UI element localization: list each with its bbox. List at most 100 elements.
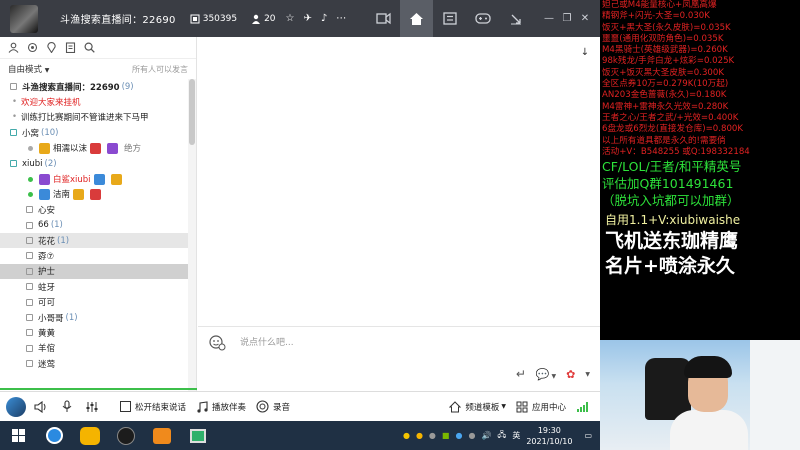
mode-description: 所有人可以发言 [132,64,188,74]
channel-icon [26,283,33,291]
scroll-down-icon[interactable]: ↓ [578,47,592,61]
price-line: 王者之心/王者之武/+光效=0.400K [602,112,739,123]
chevron-down-icon[interactable]: ▼ [585,371,590,378]
channel-item[interactable]: 黄黄 [0,325,188,340]
person-icon[interactable] [7,41,20,54]
price-line: 活动+V：B548255 或Q:198332184 [602,146,750,157]
rank-badge-icon [39,173,50,185]
scroll-thumb[interactable] [189,79,195,145]
channel-name: 斗渔搜索直播间：22690 [22,82,120,93]
gift-line: 名片+喷涂永久 [605,255,735,278]
record-button[interactable]: 录音 [256,400,290,413]
tray-app-icon[interactable]: ● [416,431,423,440]
channel-item[interactable]: 心安 [0,202,188,217]
yy-app-icon[interactable] [72,421,108,450]
tray-app-icon[interactable]: ● [403,431,410,440]
music-icon [197,400,208,413]
channel-name: 洁南 [53,190,71,201]
tray-app-icon[interactable]: ● [468,431,475,440]
nvidia-icon[interactable]: ■ [442,431,450,440]
home-icon[interactable] [400,0,433,37]
list-icon[interactable] [433,0,466,37]
channel-item[interactable]: 66 (1) [0,218,188,233]
channel-name: xiubi [22,158,43,169]
network-icon[interactable]: 🖧 [497,429,506,443]
dots-icon[interactable]: ⋯ [336,13,346,24]
channel-item[interactable]: 花花 (1) [0,232,188,249]
tray-app-icon[interactable]: ● [455,431,462,440]
channel-icon [26,206,33,214]
enter-icon[interactable]: ↵ [516,367,526,381]
gamepad-icon[interactable] [466,0,499,37]
microphone-icon[interactable] [62,400,76,413]
settings-user-icon[interactable] [26,41,39,54]
app-center-button[interactable]: 应用中心 [516,401,566,413]
mixer-icon[interactable] [86,401,102,413]
speaker-icon[interactable] [34,400,52,413]
emoji-icon[interactable] [208,333,226,351]
star-icon[interactable]: ☆ [286,13,295,24]
app-window: 斗渔搜索直播间：22690 350395 20 ☆ ✈ ♪ ⋯ — ❐ ✕ 自由… [0,0,600,421]
user-item[interactable]: 洁南 [0,187,188,202]
checkbox-icon [120,401,131,412]
medal-badge-icon [107,142,119,154]
channel-template-button[interactable]: 频道模板 ▼ [449,400,506,413]
clock[interactable]: 19:30 2021/10/10 [526,425,572,447]
channel-item[interactable]: • 欢迎大家来挂机 [0,94,188,109]
mode-select[interactable]: 自由模式 ▼ [8,63,49,75]
start-icon[interactable] [0,421,36,450]
channel-item[interactable]: 迷莺 [0,356,188,371]
channel-item[interactable]: 斗渔搜索直播间：22690 (9) [0,79,188,94]
tray-app-icon[interactable]: ● [429,431,436,440]
game-icon[interactable] [108,421,144,450]
user-item[interactable]: 相濡以沫 绝方 [0,141,188,156]
shrink-icon[interactable] [499,0,532,37]
channel-item[interactable]: xiubi (2) [0,156,188,171]
channel-item[interactable]: 小窝 (10) [0,125,188,140]
channel-item[interactable]: 羊倌 [0,341,188,356]
channel-name: 心安 [38,205,56,216]
avatar[interactable] [10,4,38,33]
user-icon [252,14,261,24]
channel-icon [26,329,33,337]
chat-bubble-icon[interactable]: 💬 ▼ [536,368,556,381]
channel-item[interactable]: 护士 [0,263,188,280]
user-item[interactable]: 白鲨xiubi [0,171,188,186]
input-language[interactable]: 英 [512,430,520,441]
minimize-icon[interactable]: — [540,13,558,24]
channel-name: 黄黄 [38,328,56,339]
channel-item[interactable]: 可可 [0,294,188,309]
voice-level-bar [0,388,197,390]
price-line: 6盘龙或6烈龙(直接发仓库)=0.800K [602,124,744,135]
webcam-background [750,340,800,450]
video-icon[interactable] [367,0,400,37]
play-music-button[interactable]: 播放伴奏 [196,400,246,413]
close-icon[interactable]: ✕ [576,13,594,24]
online-status-icon [28,145,33,151]
hot-count: 350395 [190,14,237,24]
flower-icon[interactable]: ✿ [566,368,575,381]
channel-name: 欢迎大家来挂机 [21,98,81,109]
fire-app-icon[interactable] [144,421,180,450]
chat-input[interactable]: 说点什么吧... [240,335,294,348]
image-app-icon[interactable] [180,421,216,450]
end-talk-button[interactable]: 松开结束说话 [120,401,186,413]
volume-icon[interactable]: 🔊 [481,431,491,440]
channel-item[interactable]: 蛀牙 [0,279,188,294]
channel-item[interactable]: 小哥哥 (1) [0,310,188,325]
channel-item[interactable]: 孬⑦ [0,248,188,263]
price-list: 妲己或M4能量核心+凤凰高爆 精钢斧+闪光-大圣=0.030K 饭灭+黑大圣(永久皮… [600,0,800,158]
user-avatar[interactable] [6,396,26,417]
channel-item[interactable]: • 训练打比赛期间不管谁进来下马甲 [0,110,188,125]
location-icon[interactable] [45,41,58,54]
notification-icon[interactable]: ▭ [584,431,592,440]
bell-icon[interactable]: ♪ [321,13,327,24]
chat-area: ↓ [198,37,600,325]
plane-icon[interactable]: ✈ [304,13,312,24]
browser-icon[interactable] [36,421,72,450]
document-icon[interactable] [64,41,77,54]
search-icon[interactable] [83,41,96,54]
scrollbar[interactable] [188,79,196,391]
restore-icon[interactable]: ❐ [558,13,576,24]
clock-time: 19:30 [537,425,561,435]
